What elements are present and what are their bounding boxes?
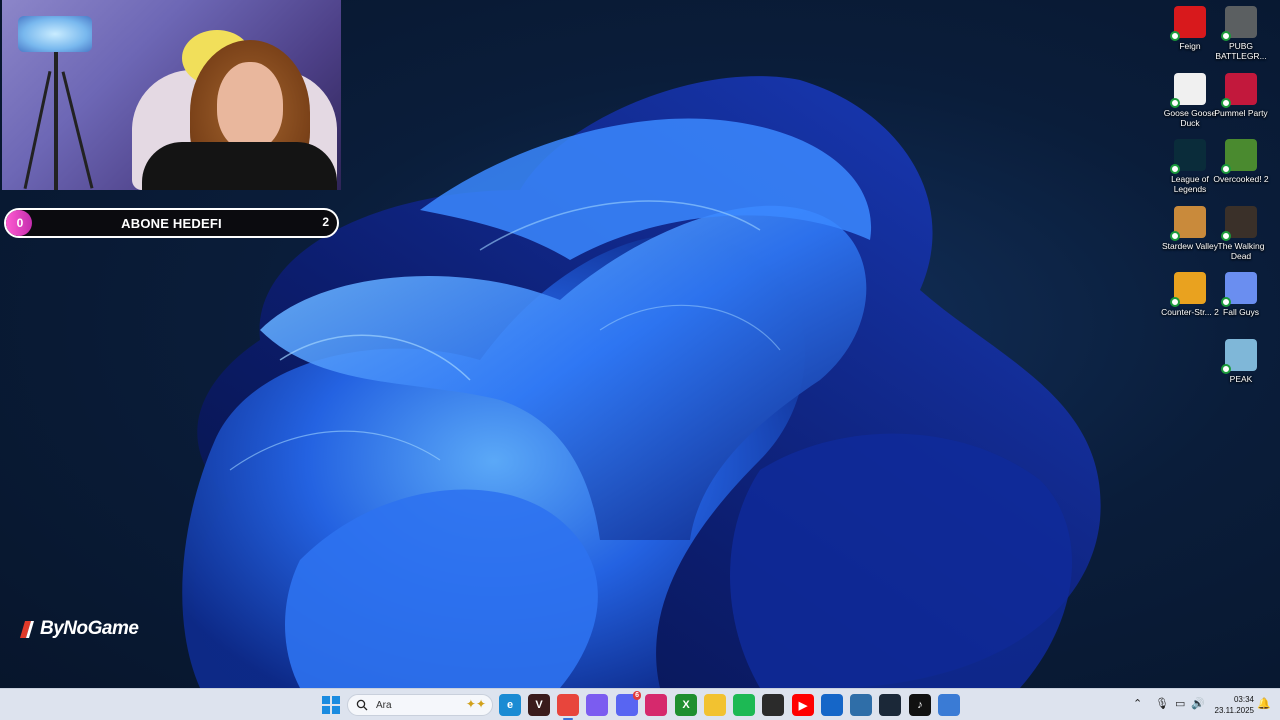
league-of-legends-icon	[1170, 139, 1206, 174]
youtube-icon[interactable]: ▶	[792, 694, 814, 716]
bynogame-watermark: ByNoGame	[16, 618, 139, 640]
sync-check-icon	[1221, 164, 1231, 174]
desktop-shortcut[interactable]: Overcooked! 2	[1209, 139, 1273, 184]
overcooked-2-icon	[1221, 139, 1257, 174]
bynogame-logo-icon	[20, 621, 34, 638]
desktop-shortcut-label: PEAK	[1229, 373, 1253, 384]
system-clock[interactable]: 03:34 23.11.2025	[1208, 694, 1254, 716]
edge-icon[interactable]: e	[499, 694, 521, 716]
desktop-shortcut[interactable]: Fall Guys	[1209, 272, 1273, 317]
desktop-shortcut[interactable]: PEAK	[1209, 338, 1273, 384]
search-placeholder: Ara	[376, 699, 392, 711]
steam-icon[interactable]	[879, 694, 901, 716]
obs-icon[interactable]	[762, 694, 784, 716]
taskbar: Ara ✦✦ e V 6 X ▶ ♪ ⌃ 🎙 ▭ 🔊 03:34 23.11.2025 🔔	[0, 688, 1280, 720]
taskbar-search[interactable]: Ara ✦✦	[347, 694, 493, 716]
clock-time: 03:34	[1233, 695, 1254, 704]
fall-guys-icon	[1221, 272, 1257, 307]
desktop-shortcut[interactable]: PUBG BATTLEGR...	[1209, 6, 1273, 61]
network-icon[interactable]: ▭	[1175, 697, 1185, 710]
desktop-shortcut-label: Overcooked! 2	[1213, 174, 1269, 184]
goose-goose-duck-icon	[1170, 72, 1206, 108]
sync-check-icon	[1221, 31, 1231, 41]
desktop-shortcut[interactable]: The Walking Dead	[1209, 205, 1273, 261]
lamp-stand	[54, 52, 58, 190]
sync-check-icon	[1170, 31, 1180, 41]
sync-check-icon	[1170, 297, 1180, 307]
instagram-icon[interactable]	[645, 694, 667, 716]
desktop-shortcut[interactable]: Pummel Party	[1209, 72, 1273, 118]
goal-label: ABONE HEDEFI	[121, 215, 222, 231]
discord-icon[interactable]: 6	[616, 691, 641, 716]
pummel-party-icon	[1221, 72, 1257, 108]
sync-check-icon	[1170, 230, 1180, 241]
pubg-icon	[1221, 6, 1257, 41]
xbox-icon[interactable]: X	[675, 694, 697, 716]
copilot-sparkle-icon[interactable]: ✦✦	[466, 697, 486, 711]
stardew-valley-icon	[1170, 205, 1206, 241]
desktop-shortcut-label: Pummel Party	[1214, 107, 1268, 118]
desktop-shortcut-label: PUBG BATTLEGR...	[1215, 41, 1267, 61]
valorant-icon[interactable]: V	[528, 694, 550, 716]
goal-target-count: 2	[322, 215, 329, 229]
volume-icon[interactable]: 🔊	[1191, 697, 1205, 710]
desktop-shortcut-label: Fall Guys	[1223, 307, 1259, 317]
spotify-icon[interactable]	[733, 694, 755, 716]
sync-check-icon	[1170, 164, 1180, 174]
chrome-icon[interactable]	[557, 694, 579, 716]
lamp	[18, 16, 92, 52]
peak-icon	[1221, 338, 1257, 374]
notification-bell-icon[interactable]: 🔔	[1257, 697, 1271, 710]
file-explorer-icon[interactable]	[704, 694, 726, 716]
notepad-icon[interactable]	[850, 694, 872, 716]
clock-date: 23.11.2025	[1214, 706, 1254, 715]
show-hidden-icons-chevron-icon[interactable]: ⌃	[1133, 697, 1142, 710]
sync-check-icon	[1221, 230, 1231, 241]
sync-check-icon	[1221, 97, 1231, 108]
feign-icon	[1170, 6, 1206, 41]
desktop-shortcut-label: Feign	[1179, 41, 1201, 51]
sync-check-icon	[1170, 97, 1180, 108]
tiktok-icon[interactable]: ♪	[909, 694, 931, 716]
goal-current-count: 0	[16, 216, 24, 230]
search-icon	[356, 699, 368, 711]
start-button[interactable]	[320, 694, 342, 716]
sync-check-icon	[1221, 363, 1231, 374]
subscriber-goal-bar: 0 ABONE HEDEFI 2	[4, 208, 339, 238]
copilot-icon[interactable]	[586, 694, 608, 716]
notification-badge: 6	[633, 691, 641, 700]
microphone-icon[interactable]: 🎙	[1155, 697, 1169, 710]
mail-icon[interactable]	[821, 694, 843, 716]
sync-check-icon	[1221, 297, 1231, 307]
bynogame-text: ByNoGame	[40, 618, 139, 639]
the-walking-dead-icon	[1221, 205, 1257, 241]
webcam-overlay	[2, 0, 341, 190]
desktop-shortcut-label: The Walking Dead	[1217, 240, 1265, 261]
counter-strike-2-icon	[1170, 272, 1206, 307]
settings-app-icon[interactable]	[938, 694, 960, 716]
